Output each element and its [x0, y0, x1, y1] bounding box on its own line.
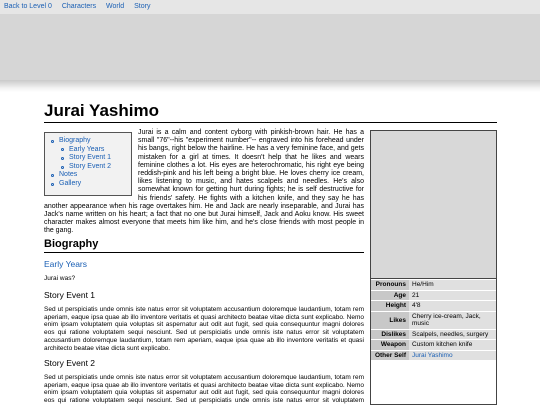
top-nav: Back to Level 0 Characters World Story [0, 0, 540, 14]
character-infobox: Pronouns He/Him Age 21 Height 4'8 Likes Cher… [370, 130, 497, 405]
bullet-icon [61, 148, 64, 152]
infobox-value: Custom kitchen knife [409, 339, 496, 350]
infobox-key: Weapon [371, 339, 409, 350]
nav-characters[interactable]: Characters [62, 3, 96, 10]
infobox-row-likes: Likes Cherry ice-cream, Jack, music [371, 310, 496, 329]
infobox-key: Other Self [371, 349, 409, 360]
title-divider [44, 122, 497, 123]
early-years-text: Jurai was? [44, 275, 76, 282]
infobox-value: He/Him [409, 279, 496, 290]
toc-item-gallery[interactable]: Gallery [51, 180, 131, 189]
toc-label: Notes [59, 171, 78, 179]
infobox-key: Likes [371, 310, 409, 329]
nav-back-to-level-0[interactable]: Back to Level 0 [4, 3, 52, 10]
story-event-2-heading: Story Event 2 [44, 358, 96, 368]
page-title: Jurai Yashimo [44, 101, 159, 120]
table-of-contents: Biography Early Years Story Event 1 Stor… [44, 132, 132, 196]
toc-label: Biography [59, 137, 91, 144]
toc-item-biography[interactable]: Biography [51, 137, 131, 146]
toc-label: Early Years [69, 145, 105, 153]
infobox-key: Dislikes [371, 328, 409, 340]
bullet-icon [51, 182, 54, 186]
bullet-icon [61, 165, 64, 169]
infobox-row-other-self: Other Self Jurai Yashimo [371, 349, 496, 360]
infobox-value: Scalpels, needles, surgery [409, 328, 496, 340]
section-heading-biography: Biography [44, 238, 99, 250]
toc-item-story-event-1[interactable]: Story Event 1 [51, 154, 131, 163]
section-divider [44, 252, 364, 253]
infobox-key: Pronouns [371, 279, 409, 290]
nav-world[interactable]: World [106, 3, 124, 10]
toc-item-notes[interactable]: Notes [51, 171, 131, 180]
header-banner [0, 14, 540, 80]
bullet-icon [51, 174, 54, 178]
character-portrait [371, 131, 496, 279]
toc-label: Gallery [59, 179, 82, 187]
infobox-row-pronouns: Pronouns He/Him [371, 279, 496, 290]
early-years-heading-link[interactable]: Early Years [44, 259, 87, 269]
banner-shadow [0, 80, 540, 92]
bullet-icon [61, 156, 64, 160]
infobox-row-dislikes: Dislikes Scalpels, needles, surgery [371, 328, 496, 340]
story-event-1-text: Sed ut perspiciatis unde omnis iste natu… [44, 306, 364, 352]
infobox-value: 4'8 [409, 300, 496, 311]
nav-story[interactable]: Story [134, 3, 150, 10]
infobox-row-height: Height 4'8 [371, 300, 496, 311]
infobox-value: 21 [409, 289, 496, 301]
toc-label: Story Event 1 [69, 154, 112, 162]
story-event-2-text: Sed ut perspiciatis unde omnis iste natu… [44, 374, 364, 405]
infobox-key: Age [371, 289, 409, 301]
infobox-key: Height [371, 300, 409, 311]
toc-label: Story Event 2 [69, 162, 112, 170]
toc-item-story-event-2[interactable]: Story Event 2 [51, 163, 131, 172]
other-self-link[interactable]: Jurai Yashimo [409, 349, 496, 360]
bullet-icon [51, 139, 54, 143]
main-content: Jurai Yashimo Jurai is a calm and conten… [44, 92, 497, 405]
story-event-1-heading: Story Event 1 [44, 290, 96, 300]
infobox-row-weapon: Weapon Custom kitchen knife [371, 339, 496, 350]
toc-item-early-years[interactable]: Early Years [51, 146, 131, 155]
infobox-table: Pronouns He/Him Age 21 Height 4'8 Likes Cher… [371, 279, 496, 360]
infobox-row-age: Age 21 [371, 289, 496, 301]
infobox-value: Cherry ice-cream, Jack, music [409, 310, 496, 329]
